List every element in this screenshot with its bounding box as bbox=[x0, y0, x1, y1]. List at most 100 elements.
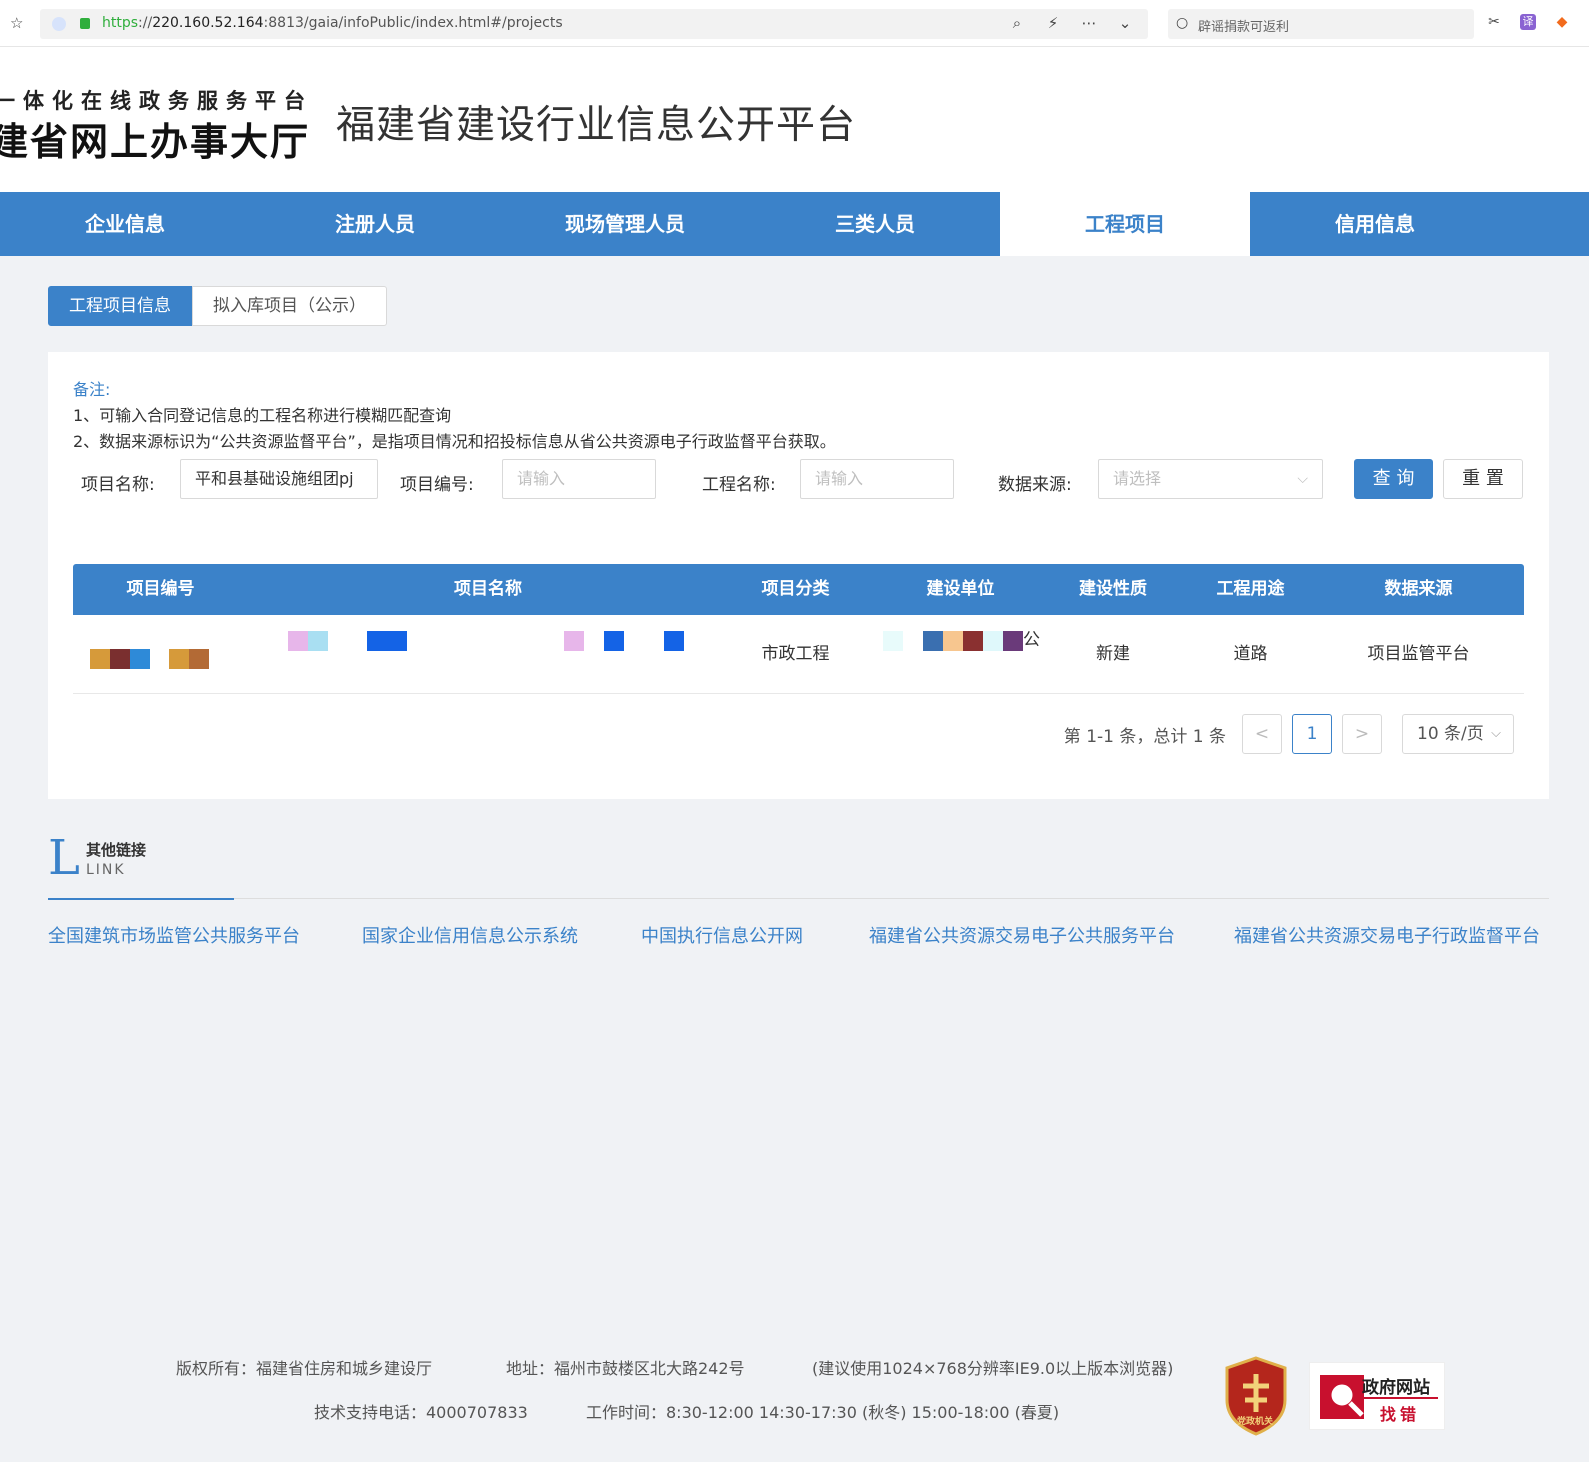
page-size-value: 10 条/页 bbox=[1417, 724, 1484, 744]
query-card: 备注: 1、可输入合同登记信息的工程名称进行模糊匹配查询 2、数据来源标识为“公… bbox=[48, 352, 1549, 799]
pagination: 第 1-1 条，总计 1 条 < 1 > 10 条/页 ⌵ bbox=[1064, 714, 1514, 754]
redacted-block bbox=[923, 631, 943, 651]
redacted-block bbox=[604, 631, 624, 651]
magnifier-icon bbox=[1320, 1375, 1364, 1419]
source-label: 数据来源: bbox=[998, 475, 1072, 495]
builder-suffix: 公 bbox=[1023, 630, 1040, 650]
site-header: 一体化在线政务服务平台 建省网上办事大厅 福建省建设行业信息公开平台 bbox=[0, 47, 1589, 192]
link-public-resource-supervision[interactable]: 福建省公共资源交易电子行政监督平台 bbox=[1234, 922, 1540, 948]
prev-page-button[interactable]: < bbox=[1242, 714, 1282, 754]
more-icon[interactable]: ⋯ bbox=[1080, 14, 1098, 32]
redacted-block bbox=[189, 649, 209, 669]
search-icon: ○ bbox=[1176, 15, 1189, 31]
filter-bar: 项目名称: 平和县基础设施组团pj 项目编号: 请输入 工程名称: 请输入 数据… bbox=[48, 459, 1549, 501]
chevron-down-icon[interactable]: ⌄ bbox=[1116, 14, 1134, 32]
redacted-block bbox=[288, 631, 308, 651]
redacted-block bbox=[130, 649, 150, 669]
redacted-block bbox=[664, 631, 684, 651]
url-text: https://220.160.52.164:8813/gaia/infoPub… bbox=[102, 15, 563, 31]
logo-title: 建省网上办事大厅 bbox=[0, 119, 311, 164]
main-nav: 企业信息 注册人员 现场管理人员 三类人员 工程项目 信用信息 bbox=[0, 192, 1589, 256]
page-1-button[interactable]: 1 bbox=[1292, 714, 1332, 754]
redacted-block bbox=[564, 631, 584, 651]
nav-item-registered[interactable]: 注册人员 bbox=[250, 192, 500, 256]
site-info-icon[interactable] bbox=[52, 17, 66, 31]
redacted-block bbox=[110, 649, 130, 669]
work-name-input[interactable]: 请输入 bbox=[800, 459, 954, 499]
address-bar[interactable]: https://220.160.52.164:8813/gaia/infoPub… bbox=[40, 9, 1148, 39]
footer-browser-hint: (建议使用1024×768分辨率IE9.0以上版本浏览器) bbox=[812, 1359, 1174, 1378]
favorites-icon[interactable]: ☆ bbox=[10, 14, 28, 32]
tab-project-info[interactable]: 工程项目信息 bbox=[48, 286, 192, 326]
redacted-block bbox=[963, 631, 983, 651]
links-underline bbox=[48, 898, 234, 900]
nav-filler bbox=[1500, 192, 1589, 256]
col-project-no: 项目编号 bbox=[126, 579, 195, 599]
cell-project-name[interactable] bbox=[248, 615, 728, 693]
cell-nature: 新建 bbox=[1096, 644, 1130, 664]
gov-site-report-badge[interactable]: 政府网站 找错 bbox=[1309, 1362, 1445, 1430]
lightning-icon[interactable]: ⚡ bbox=[1044, 14, 1062, 32]
cell-builder: 公 bbox=[863, 615, 1058, 693]
project-name-input[interactable]: 平和县基础设施组团pj bbox=[180, 459, 378, 499]
nav-item-three-types[interactable]: 三类人员 bbox=[750, 192, 1000, 256]
party-gov-badge[interactable]: 党政机关 bbox=[1223, 1356, 1289, 1436]
note-title: 备注: bbox=[73, 380, 111, 399]
footer-copyright: 版权所有：福建省住房和城乡建设厅 bbox=[176, 1359, 433, 1378]
page-size-select[interactable]: 10 条/页 ⌵ bbox=[1402, 714, 1514, 754]
nav-item-projects[interactable]: 工程项目 bbox=[1000, 192, 1250, 256]
browser-search-box[interactable]: ○ 辟谣捐款可返利 bbox=[1168, 9, 1474, 39]
browser-toolbar: ☆ https://220.160.52.164:8813/gaia/infoP… bbox=[0, 0, 1589, 47]
note-line-2: 2、数据来源标识为“公共资源监督平台”，是指项目情况和招投标信息从省公共资源电子… bbox=[73, 432, 836, 451]
sub-tabs: 工程项目信息 拟入库项目（公示） bbox=[48, 286, 387, 326]
redacted-block bbox=[169, 649, 189, 669]
cell-category: 市政工程 bbox=[761, 644, 830, 664]
link-enforcement-info[interactable]: 中国执行信息公开网 bbox=[641, 922, 803, 948]
table-row[interactable]: 市政工程 公 新建 道路 项目监管平台 bbox=[73, 615, 1524, 694]
redacted-block bbox=[308, 631, 328, 651]
redacted-block bbox=[90, 649, 110, 669]
next-page-button[interactable]: > bbox=[1342, 714, 1382, 754]
links-title: 其他链接 bbox=[86, 841, 147, 859]
zoom-icon[interactable]: ⌕ bbox=[1008, 14, 1026, 32]
nav-item-enterprise[interactable]: 企业信息 bbox=[0, 192, 250, 256]
note-line-1: 1、可输入合同登记信息的工程名称进行模糊匹配查询 bbox=[73, 406, 452, 425]
project-name-label: 项目名称: bbox=[81, 475, 155, 495]
translate-icon[interactable]: 译 bbox=[1520, 14, 1536, 30]
report-error-label: 找错 bbox=[1380, 1405, 1421, 1424]
cell-project-no bbox=[73, 615, 248, 693]
footer-address: 地址：福州市鼓楼区北大路242号 bbox=[506, 1359, 745, 1378]
redacted-block bbox=[983, 631, 1003, 651]
chevron-down-icon: ⌵ bbox=[1491, 726, 1501, 741]
link-enterprise-credit[interactable]: 国家企业信用信息公示系统 bbox=[362, 922, 578, 948]
redacted-block bbox=[943, 631, 963, 651]
tab-pending-projects[interactable]: 拟入库项目（公示） bbox=[192, 286, 387, 326]
redacted-block bbox=[1003, 631, 1023, 651]
table-header: 项目编号 项目名称 项目分类 建设单位 建设性质 工程用途 数据来源 bbox=[73, 564, 1524, 615]
game-icon[interactable]: ◆ bbox=[1554, 14, 1570, 30]
links-subtitle: LINK bbox=[86, 862, 126, 878]
col-builder: 建设单位 bbox=[926, 579, 995, 599]
nav-item-site-managers[interactable]: 现场管理人员 bbox=[500, 192, 750, 256]
links-letter-logo: L bbox=[48, 830, 80, 886]
project-table: 项目编号 项目名称 项目分类 建设单位 建设性质 工程用途 数据来源 市政工程 … bbox=[73, 564, 1524, 694]
scissors-icon[interactable]: ✂ bbox=[1486, 14, 1502, 30]
work-name-label: 工程名称: bbox=[702, 475, 776, 495]
footer-phone: 技术支持电话：4000707833 bbox=[314, 1403, 528, 1422]
chevron-down-icon: ⌵ bbox=[1297, 471, 1308, 487]
link-construction-market[interactable]: 全国建筑市场监管公共服务平台 bbox=[48, 922, 300, 948]
reset-button[interactable]: 重 置 bbox=[1443, 459, 1523, 499]
links-header: L 其他链接 LINK bbox=[48, 831, 1549, 900]
link-public-resource-service[interactable]: 福建省公共资源交易电子公共服务平台 bbox=[869, 922, 1175, 948]
source-select[interactable]: 请选择 ⌵ bbox=[1098, 459, 1323, 499]
col-usage: 工程用途 bbox=[1216, 579, 1285, 599]
project-no-label: 项目编号: bbox=[400, 475, 474, 495]
nav-item-credit[interactable]: 信用信息 bbox=[1250, 192, 1500, 256]
redacted-block bbox=[883, 631, 903, 651]
col-category: 项目分类 bbox=[761, 579, 830, 599]
site-title: 福建省建设行业信息公开平台 bbox=[336, 103, 857, 148]
party-gov-badge-text: 党政机关 bbox=[1237, 1417, 1274, 1427]
project-no-input[interactable]: 请输入 bbox=[502, 459, 656, 499]
links-list: 全国建筑市场监管公共服务平台 国家企业信用信息公示系统 中国执行信息公开网 福建… bbox=[48, 922, 1549, 948]
query-button[interactable]: 查 询 bbox=[1354, 459, 1433, 499]
